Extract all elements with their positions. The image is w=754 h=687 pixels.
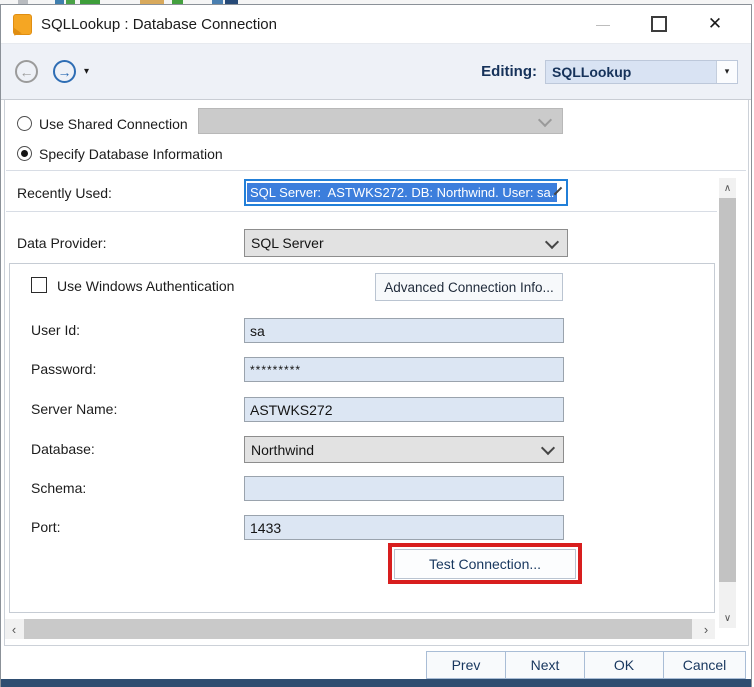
editing-dropdown-button[interactable]: ▾ bbox=[716, 61, 737, 83]
chevron-down-icon bbox=[541, 441, 555, 455]
test-connection-label: Test Connection... bbox=[429, 556, 541, 572]
title-bar: SQLLookup : Database Connection — ✕ bbox=[1, 5, 751, 43]
recently-used-combobox[interactable]: SQL Server: ASTWKS272. DB: Northwind. Us… bbox=[244, 179, 568, 206]
minimize-icon: — bbox=[596, 16, 610, 32]
horizontal-scrollbar[interactable]: ‹ › bbox=[5, 619, 715, 639]
radio-specify-database-information[interactable] bbox=[17, 146, 32, 161]
data-provider-label: Data Provider: bbox=[17, 235, 106, 251]
scroll-right-icon: › bbox=[704, 622, 708, 637]
editing-combobox-value: SQLLookup bbox=[546, 64, 716, 80]
vertical-scrollbar-thumb[interactable] bbox=[719, 198, 736, 582]
cancel-button[interactable]: Cancel bbox=[663, 651, 746, 679]
ok-button-label: OK bbox=[614, 657, 634, 673]
windows-authentication-label: Use Windows Authentication bbox=[57, 278, 234, 294]
editing-combobox[interactable]: SQLLookup ▾ bbox=[545, 60, 738, 84]
window-controls: — ✕ bbox=[575, 5, 743, 43]
scroll-down-button[interactable]: ∨ bbox=[719, 608, 736, 628]
prev-button[interactable]: Prev bbox=[426, 651, 506, 679]
close-button[interactable]: ✕ bbox=[687, 5, 743, 43]
horizontal-scrollbar-thumb[interactable] bbox=[24, 619, 692, 639]
dialog-window: SQLLookup : Database Connection — ✕ ← → … bbox=[0, 4, 752, 687]
user-id-label: User Id: bbox=[31, 322, 80, 338]
test-connection-button[interactable]: Test Connection... bbox=[394, 549, 576, 579]
window-title: SQLLookup : Database Connection bbox=[41, 16, 277, 33]
ok-button[interactable]: OK bbox=[584, 651, 664, 679]
prev-button-label: Prev bbox=[452, 657, 481, 673]
vertical-scrollbar[interactable]: ∧ ∨ bbox=[719, 178, 736, 628]
schema-field[interactable] bbox=[244, 476, 564, 501]
chevron-down-icon bbox=[545, 234, 559, 248]
nav-toolbar: ← → ▾ Editing: SQLLookup ▾ bbox=[1, 43, 751, 100]
cancel-button-label: Cancel bbox=[683, 657, 727, 673]
port-label: Port: bbox=[31, 519, 61, 535]
recently-used-value: SQL Server: ASTWKS272. DB: Northwind. Us… bbox=[247, 183, 557, 202]
forward-icon: → bbox=[58, 64, 72, 80]
data-provider-value: SQL Server bbox=[245, 235, 547, 251]
server-name-field[interactable] bbox=[244, 397, 564, 422]
maximize-button[interactable] bbox=[631, 5, 687, 43]
data-provider-combobox[interactable]: SQL Server bbox=[244, 229, 568, 257]
maximize-icon bbox=[651, 16, 667, 32]
chevron-down-icon bbox=[538, 112, 552, 126]
password-label: Password: bbox=[31, 361, 96, 377]
forward-button[interactable]: → bbox=[53, 60, 76, 83]
advanced-connection-info-label: Advanced Connection Info... bbox=[384, 280, 554, 295]
divider bbox=[6, 211, 717, 212]
forward-dropdown-button[interactable]: ▾ bbox=[84, 66, 89, 77]
back-button[interactable]: ← bbox=[15, 60, 38, 83]
recently-used-label: Recently Used: bbox=[17, 185, 112, 201]
database-value: Northwind bbox=[245, 442, 543, 458]
scroll-right-button[interactable]: › bbox=[697, 619, 715, 639]
shared-connection-combobox bbox=[198, 108, 563, 134]
editing-label: Editing: bbox=[481, 63, 537, 80]
scroll-left-icon: ‹ bbox=[12, 622, 16, 637]
server-name-label: Server Name: bbox=[31, 401, 117, 417]
schema-label: Schema: bbox=[31, 480, 86, 496]
minimize-button[interactable]: — bbox=[575, 5, 631, 43]
windows-authentication-checkbox[interactable] bbox=[31, 277, 47, 293]
password-field[interactable] bbox=[244, 357, 564, 382]
radio-specify-database-information-label: Specify Database Information bbox=[39, 146, 223, 162]
close-icon: ✕ bbox=[708, 14, 722, 34]
chevron-down-icon: ▾ bbox=[725, 66, 730, 77]
back-icon: ← bbox=[20, 64, 34, 80]
scroll-down-icon: ∨ bbox=[724, 613, 731, 624]
window-bottom-border bbox=[1, 679, 751, 687]
scroll-up-button[interactable]: ∧ bbox=[719, 178, 736, 198]
dialog-content: Use Shared Connection Specify Database I… bbox=[1, 100, 751, 679]
scroll-up-icon: ∧ bbox=[724, 183, 731, 194]
divider bbox=[6, 170, 746, 171]
next-button[interactable]: Next bbox=[505, 651, 585, 679]
next-button-label: Next bbox=[531, 657, 560, 673]
radio-use-shared-connection[interactable] bbox=[17, 116, 32, 131]
database-combobox[interactable]: Northwind bbox=[244, 436, 564, 463]
advanced-connection-info-button[interactable]: Advanced Connection Info... bbox=[375, 273, 563, 301]
scroll-left-button[interactable]: ‹ bbox=[5, 619, 23, 639]
editing-area: Editing: SQLLookup ▾ bbox=[481, 60, 751, 84]
app-icon bbox=[13, 14, 32, 35]
database-label: Database: bbox=[31, 441, 95, 457]
radio-use-shared-connection-label: Use Shared Connection bbox=[39, 116, 188, 132]
user-id-field[interactable] bbox=[244, 318, 564, 343]
port-field[interactable] bbox=[244, 515, 564, 540]
chevron-down-icon: ▾ bbox=[84, 66, 89, 77]
